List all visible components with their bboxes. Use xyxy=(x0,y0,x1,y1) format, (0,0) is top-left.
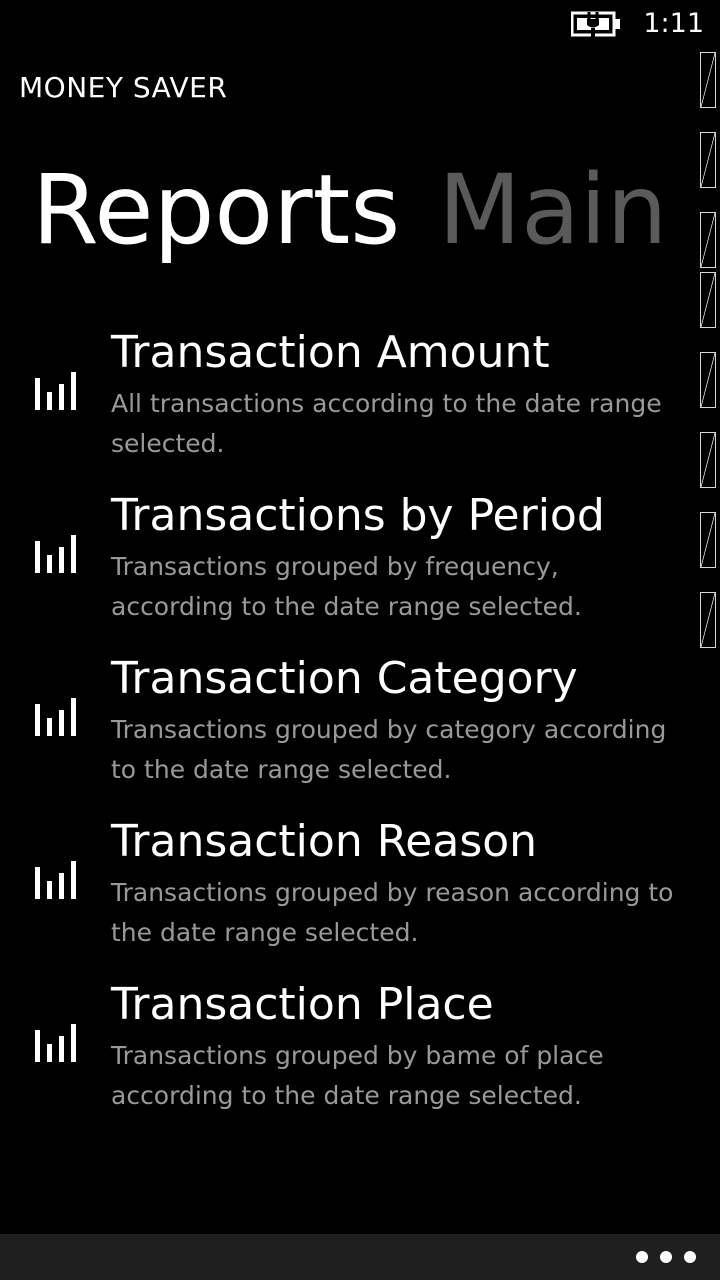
pivot-headers: ReportsMainA xyxy=(32,150,696,280)
report-title: Transaction Place xyxy=(111,979,494,1030)
pivot-header-reports[interactable]: Reports xyxy=(32,150,400,270)
debug-counter-cell xyxy=(700,212,716,268)
report-item-transaction-reason[interactable]: Transaction Reason Transactions grouped … xyxy=(0,815,696,978)
bar-chart-icon xyxy=(35,535,76,573)
report-description: Transactions grouped by category accordi… xyxy=(111,715,667,784)
debug-counter-cell xyxy=(700,432,716,488)
debug-counter-cell xyxy=(700,52,716,108)
debug-counter-cell xyxy=(700,592,716,648)
debug-counter-cell xyxy=(700,272,716,328)
report-list: Transaction Amount All transactions acco… xyxy=(0,326,696,1141)
debug-counter-cell xyxy=(700,352,716,408)
bar-chart-icon xyxy=(35,1024,76,1062)
report-description: Transactions grouped by bame of place ac… xyxy=(111,1041,604,1110)
report-item-transaction-category[interactable]: Transaction Category Transactions groupe… xyxy=(0,652,696,815)
dot xyxy=(684,1251,696,1263)
status-bar: 1:11 xyxy=(0,0,720,48)
app-title: MONEY SAVER xyxy=(19,71,228,104)
battery-charging-icon xyxy=(571,11,620,37)
report-description: All transactions according to the date r… xyxy=(111,389,662,458)
report-title: Transactions by Period xyxy=(111,490,605,541)
report-item-transaction-place[interactable]: Transaction Place Transactions grouped b… xyxy=(0,978,696,1141)
dot xyxy=(660,1251,672,1263)
report-item-transaction-amount[interactable]: Transaction Amount All transactions acco… xyxy=(0,326,696,489)
report-title: Transaction Reason xyxy=(111,816,538,867)
bar-chart-icon xyxy=(35,698,76,736)
pivot-header-main[interactable]: Main xyxy=(438,150,667,270)
bar-chart-icon xyxy=(35,372,76,410)
report-description: Transactions grouped by frequency, accor… xyxy=(111,552,582,621)
debug-counter-cell xyxy=(700,132,716,188)
clock: 1:11 xyxy=(643,8,704,39)
debug-counter-strip xyxy=(698,52,720,658)
report-title: Transaction Category xyxy=(111,653,578,704)
report-description: Transactions grouped by reason according… xyxy=(111,878,674,947)
ellipsis-icon[interactable] xyxy=(636,1242,696,1272)
app-bar xyxy=(0,1234,720,1280)
dot xyxy=(636,1251,648,1263)
debug-counter-cell xyxy=(700,512,716,568)
bar-chart-icon xyxy=(35,861,76,899)
report-item-transactions-by-period[interactable]: Transactions by Period Transactions grou… xyxy=(0,489,696,652)
report-title: Transaction Amount xyxy=(111,327,550,378)
